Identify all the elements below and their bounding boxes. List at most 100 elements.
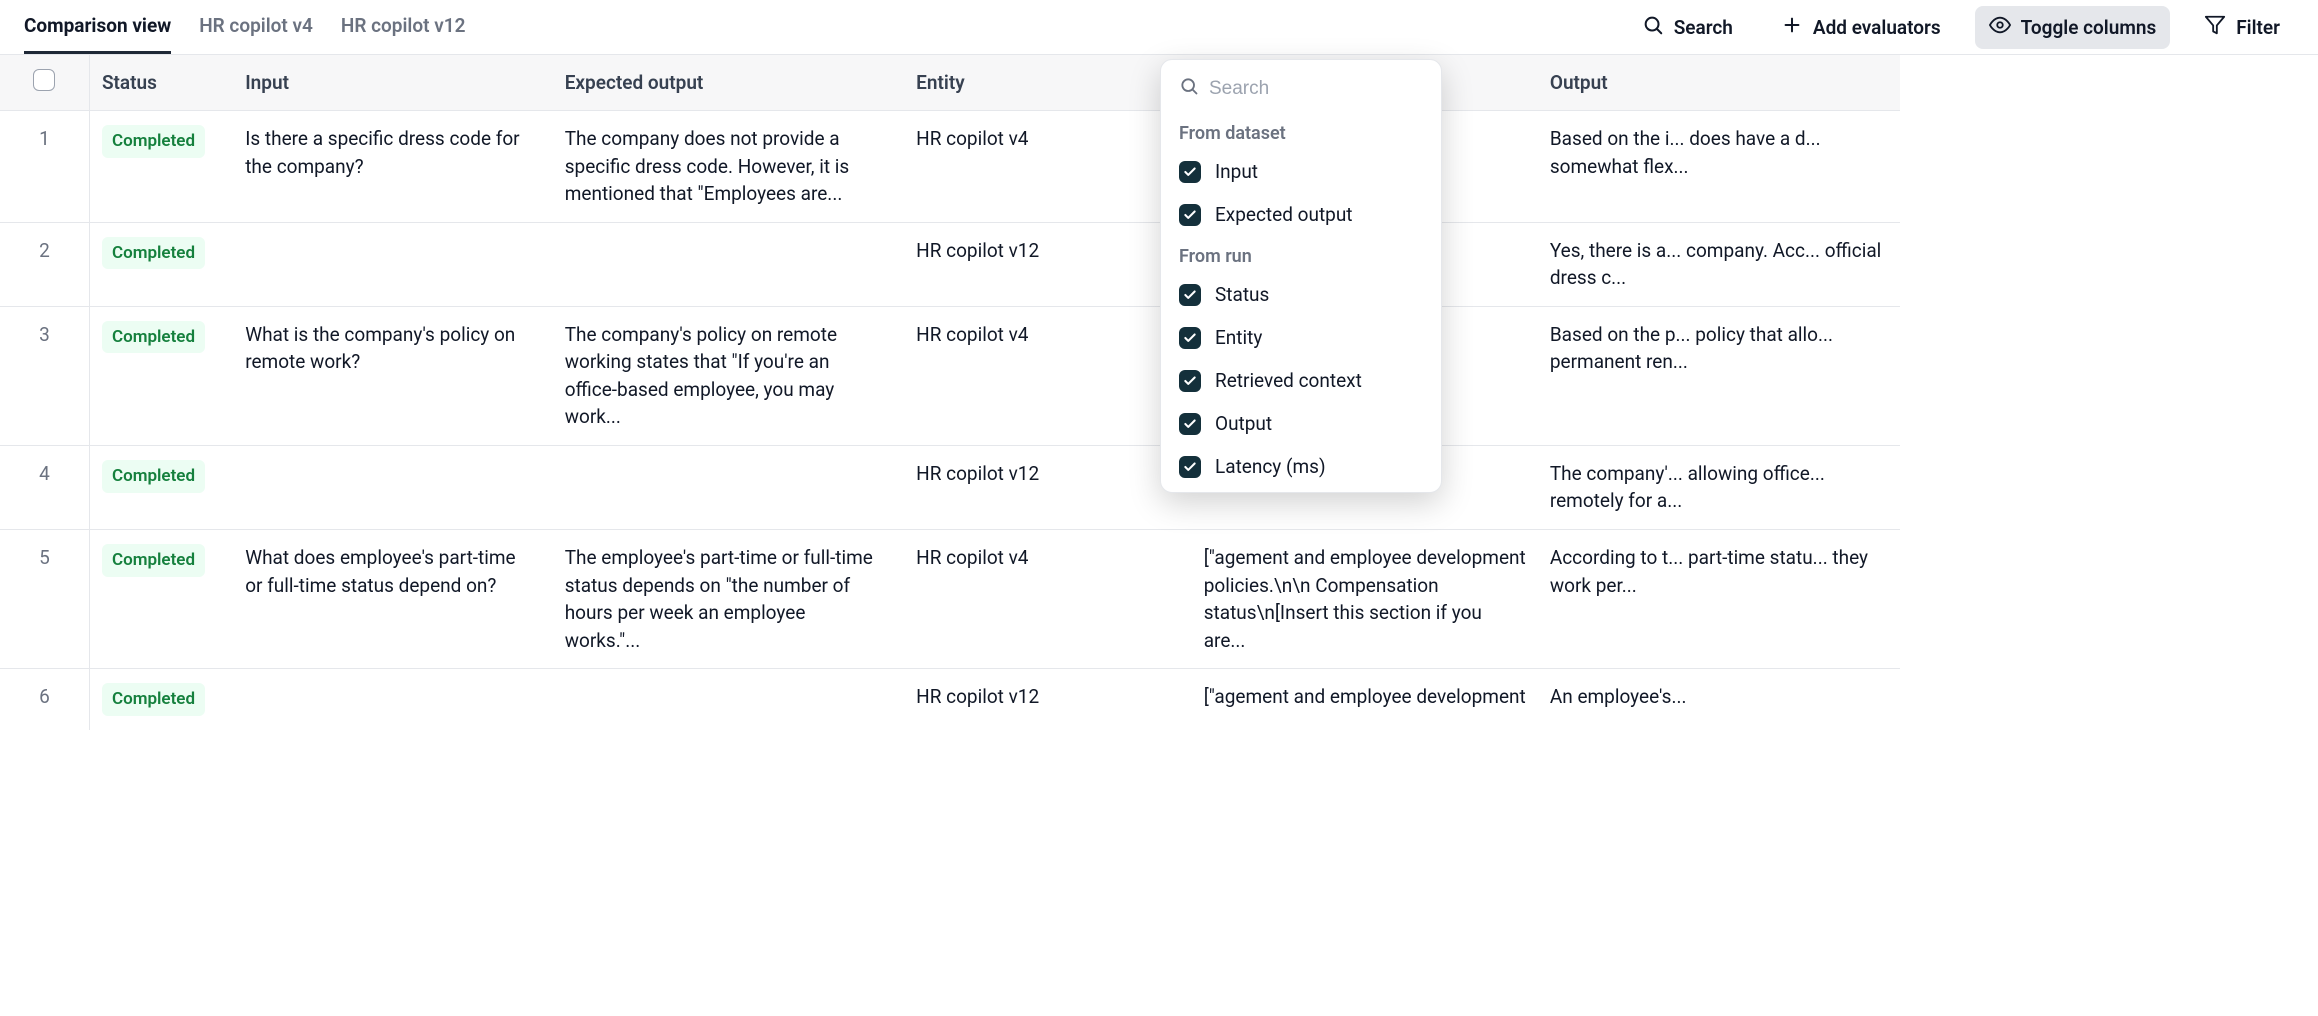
expected-cell xyxy=(553,445,904,529)
popover-item-label: Latency (ms) xyxy=(1215,455,1326,478)
expected-cell xyxy=(553,669,904,730)
input-cell xyxy=(233,445,553,529)
tab-hr-copilot-v12[interactable]: HR copilot v12 xyxy=(341,0,466,54)
status-badge: Completed xyxy=(102,544,205,577)
filter-label: Filter xyxy=(2236,16,2280,39)
tab-hr-copilot-v4[interactable]: HR copilot v4 xyxy=(199,0,313,54)
row-number: 4 xyxy=(0,445,89,529)
filter-icon xyxy=(2204,14,2226,41)
entity-cell: HR copilot v12 xyxy=(904,445,1192,529)
tab-comparison-view[interactable]: Comparison view xyxy=(24,0,171,54)
checkbox-checked-icon xyxy=(1179,204,1201,226)
output-cell: The company'... allowing office... remot… xyxy=(1538,445,1900,529)
input-cell xyxy=(233,222,553,306)
header-input[interactable]: Input xyxy=(233,55,553,111)
header-output[interactable]: Output xyxy=(1538,55,1900,111)
entity-cell: HR copilot v12 xyxy=(904,669,1192,730)
entity-cell: HR copilot v12 xyxy=(904,222,1192,306)
output-cell: Yes, there is a... company. Acc... offic… xyxy=(1538,222,1900,306)
header-entity[interactable]: Entity xyxy=(904,55,1192,111)
header-status[interactable]: Status xyxy=(89,55,233,111)
popover-item-label: Input xyxy=(1215,160,1258,183)
search-icon xyxy=(1179,76,1199,101)
input-cell: What is the company's policy on remote w… xyxy=(233,306,553,445)
popover-item[interactable]: Output xyxy=(1161,402,1441,445)
status-cell: Completed xyxy=(89,306,233,445)
popover-group-label: From run xyxy=(1161,236,1441,273)
popover-search-input[interactable] xyxy=(1209,78,1442,100)
results-table: Status Input Expected output Entity Retr… xyxy=(0,55,1900,730)
expected-cell: The employee's part-time or full-time st… xyxy=(553,530,904,669)
table-row[interactable]: 3 Completed What is the company's policy… xyxy=(0,306,1900,445)
search-label: Search xyxy=(1674,16,1733,39)
table-row[interactable]: 2 Completed HR copilot v12 ["14... and..… xyxy=(0,222,1900,306)
popover-item[interactable]: Input xyxy=(1161,150,1441,193)
checkbox-checked-icon xyxy=(1179,413,1201,435)
input-cell xyxy=(233,669,553,730)
expected-cell xyxy=(553,222,904,306)
row-number: 3 xyxy=(0,306,89,445)
input-cell: Is there a specific dress code for the c… xyxy=(233,111,553,223)
popover-item-label: Status xyxy=(1215,283,1269,306)
search-icon xyxy=(1642,14,1664,41)
status-badge: Completed xyxy=(102,321,205,354)
toggle-columns-popover: From dataset Input Expected output From … xyxy=(1160,59,1442,493)
output-cell: Based on the p... policy that allo... pe… xyxy=(1538,306,1900,445)
context-cell: ["agement and employee development xyxy=(1192,669,1538,730)
status-badge: Completed xyxy=(102,460,205,493)
table-row[interactable]: 1 Completed Is there a specific dress co… xyxy=(0,111,1900,223)
row-number: 5 xyxy=(0,530,89,669)
popover-item-label: Retrieved context xyxy=(1215,369,1362,392)
table-row[interactable]: 4 Completed HR copilot v12 ["rl... ■ [..… xyxy=(0,445,1900,529)
popover-item-label: Expected output xyxy=(1215,203,1353,226)
table-row[interactable]: 5 Completed What does employee's part-ti… xyxy=(0,530,1900,669)
input-cell: What does employee's part-time or full-t… xyxy=(233,530,553,669)
tabs: Comparison view HR copilot v4 HR copilot… xyxy=(0,0,465,54)
checkbox-checked-icon xyxy=(1179,456,1201,478)
entity-cell: HR copilot v4 xyxy=(904,530,1192,669)
status-badge: Completed xyxy=(102,125,205,158)
filter-button[interactable]: Filter xyxy=(2190,6,2294,49)
row-number: 1 xyxy=(0,111,89,223)
toolbar-actions: Search Add evaluators Toggle columns Fil… xyxy=(1628,6,2306,49)
popover-item-label: Output xyxy=(1215,412,1272,435)
popover-item[interactable]: Retrieved context xyxy=(1161,359,1441,402)
status-cell: Completed xyxy=(89,445,233,529)
table-row[interactable]: 6 Completed HR copilot v12 ["agement and… xyxy=(0,669,1900,730)
expected-cell: The company does not provide a specific … xyxy=(553,111,904,223)
row-number: 2 xyxy=(0,222,89,306)
output-cell: An employee's... xyxy=(1538,669,1900,730)
status-badge: Completed xyxy=(102,683,205,716)
entity-cell: HR copilot v4 xyxy=(904,111,1192,223)
toggle-columns-label: Toggle columns xyxy=(2021,16,2157,39)
status-cell: Completed xyxy=(89,222,233,306)
checkbox-checked-icon xyxy=(1179,284,1201,306)
checkbox-checked-icon xyxy=(1179,370,1201,392)
toggle-columns-button[interactable]: Toggle columns xyxy=(1975,6,2171,49)
popover-search-row xyxy=(1161,66,1441,113)
entity-cell: HR copilot v4 xyxy=(904,306,1192,445)
header-checkbox-cell xyxy=(0,55,89,111)
popover-item-label: Entity xyxy=(1215,326,1262,349)
context-cell: ["agement and employee development polic… xyxy=(1192,530,1538,669)
table-scroll[interactable]: Status Input Expected output Entity Retr… xyxy=(0,55,2318,1016)
add-evaluators-button[interactable]: Add evaluators xyxy=(1767,6,1955,49)
popover-group-label: From dataset xyxy=(1161,113,1441,150)
popover-item[interactable]: Expected output xyxy=(1161,193,1441,236)
status-cell: Completed xyxy=(89,530,233,669)
output-cell: Based on the i... does have a d... somew… xyxy=(1538,111,1900,223)
output-cell: According to t... part-time statu... the… xyxy=(1538,530,1900,669)
status-cell: Completed xyxy=(89,669,233,730)
checkbox-checked-icon xyxy=(1179,327,1201,349)
popover-item[interactable]: Entity xyxy=(1161,316,1441,359)
row-number: 6 xyxy=(0,669,89,730)
popover-item[interactable]: Latency (ms) xyxy=(1161,445,1441,488)
status-badge: Completed xyxy=(102,237,205,270)
header-expected[interactable]: Expected output xyxy=(553,55,904,111)
status-cell: Completed xyxy=(89,111,233,223)
checkbox-checked-icon xyxy=(1179,161,1201,183)
add-evaluators-label: Add evaluators xyxy=(1813,16,1941,39)
select-all-checkbox[interactable] xyxy=(33,69,55,91)
popover-item[interactable]: Status xyxy=(1161,273,1441,316)
search-button[interactable]: Search xyxy=(1628,6,1747,49)
